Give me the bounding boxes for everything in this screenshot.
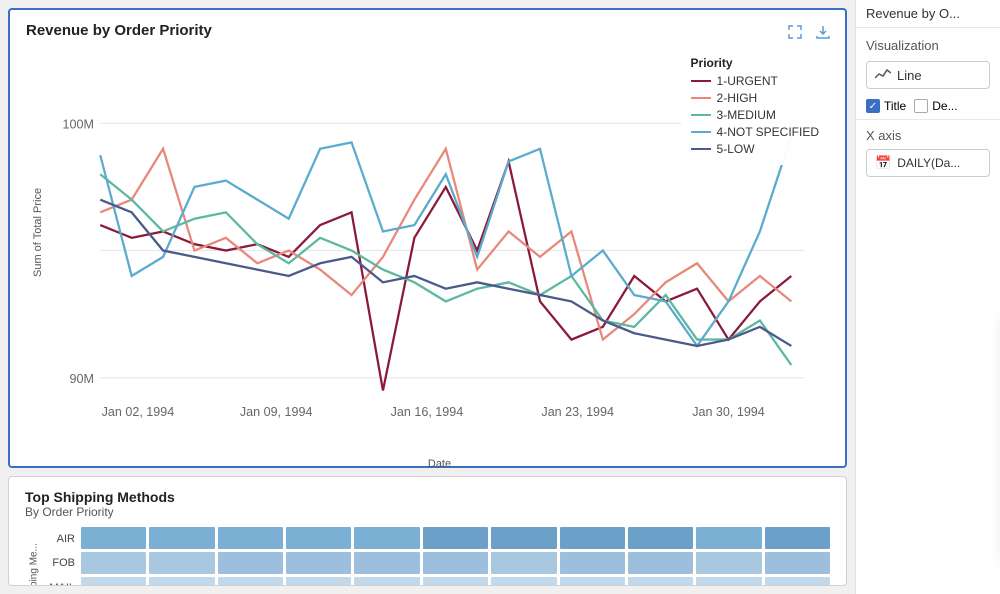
heatmap-cell [81,552,146,574]
legend-item-1: 1-URGENT [691,74,819,88]
heatmap-cell [286,577,351,586]
legend-title: Priority [691,56,819,70]
legend-item-4: 4-NOT SPECIFIED [691,125,819,139]
xaxis-value: DAILY(Da... [897,156,960,170]
heatmap-cell [560,552,625,574]
heatmap-cell [423,577,488,586]
bottom-chart-container: Top Shipping Methods By Order Priority S… [8,476,847,586]
heatmap-y-axis: Shipping Me... [25,527,43,586]
legend-item-3: 3-MEDIUM [691,108,819,122]
right-panel-header: Revenue by O... [856,0,1000,28]
heatmap-cell [149,577,214,586]
heatmap-cell [628,577,693,586]
right-panel: Revenue by O... Visualization Line ✓ Tit… [855,0,1000,594]
heatmap-cell [81,527,146,549]
title-checkbox-item[interactable]: ✓ Title [866,99,906,113]
svg-text:Jan 23, 1994: Jan 23, 1994 [541,405,614,419]
viz-line-option[interactable]: Line [866,61,990,89]
heatmap-y-labels: AIR FOB MAIL RAIL [43,527,75,586]
heatmap-cell [765,552,830,574]
svg-text:90M: 90M [70,372,94,386]
chart-legend: Priority 1-URGENT 2-HIGH 3-MEDIUM 4-NOT … [681,50,829,165]
line-chart-icon [875,67,891,83]
heatmap-cell [354,577,419,586]
heatmap-cell [491,577,556,586]
title-checkbox[interactable]: ✓ [866,99,880,113]
heatmap-cell [696,527,761,549]
bottom-chart-title: Top Shipping Methods [25,489,830,505]
heatmap-cell [218,577,283,586]
chart-icons [785,22,833,47]
heatmap-area: Shipping Me... AIR FOB MAIL RAIL [25,527,830,586]
checkboxes-row: ✓ Title De... [866,99,990,113]
heatmap-row-mail [81,577,830,586]
visualization-label: Visualization [866,38,990,53]
heatmap-grid [81,527,830,586]
heatmap-cell [628,527,693,549]
svg-text:Jan 30, 1994: Jan 30, 1994 [692,405,765,419]
heatmap-cell [149,552,214,574]
svg-text:Jan 02, 1994: Jan 02, 1994 [102,405,175,419]
heatmap-cell [149,527,214,549]
heatmap-cell [560,527,625,549]
chart-title: Revenue by Order Priority [26,22,829,39]
heatmap-cell [560,577,625,586]
heatmap-cell [628,552,693,574]
heatmap-cell [696,552,761,574]
heatmap-cell [354,527,419,549]
heatmap-cell [81,577,146,586]
heatmap-cell [354,552,419,574]
svg-text:Jan 09, 1994: Jan 09, 1994 [240,405,313,419]
svg-text:Jan 16, 1994: Jan 16, 1994 [391,405,464,419]
heatmap-cell [491,552,556,574]
heatmap-row-air [81,527,830,549]
heatmap-cell [765,577,830,586]
x-axis-label: Date [50,458,829,470]
xaxis-label: X axis [866,128,990,143]
heatmap-cell [218,552,283,574]
viz-line-label: Line [897,68,922,83]
heatmap-cell [423,527,488,549]
expand-icon[interactable] [785,22,805,47]
heatmap-cell [218,527,283,549]
xaxis-daily-pill[interactable]: 📅 DAILY(Da... [866,149,990,177]
visualization-section: Visualization Line ✓ Title De... [856,28,1000,119]
xaxis-section: X axis 📅 DAILY(Da... [856,119,1000,185]
left-panel: Revenue by Order Priority Sum of Total P… [0,0,855,594]
svg-text:100M: 100M [63,117,94,131]
heatmap-cell [286,552,351,574]
heatmap-cell [765,527,830,549]
heatmap-row-fob [81,552,830,574]
heatmap-cell [423,552,488,574]
legend-item-5: 5-LOW [691,142,819,156]
calendar-icon: 📅 [875,155,891,171]
title-label: Title [884,99,906,113]
bottom-chart-subtitle: By Order Priority [25,505,830,519]
description-checkbox-item[interactable]: De... [914,99,957,113]
heatmap-cell [696,577,761,586]
main-chart-container: Revenue by Order Priority Sum of Total P… [8,8,847,468]
legend-item-2: 2-HIGH [691,91,819,105]
y-axis-label: Sum of Total Price [26,47,50,417]
heatmap-cell [491,527,556,549]
download-icon[interactable] [813,22,833,47]
description-label: De... [932,99,957,113]
heatmap-cell [286,527,351,549]
description-checkbox[interactable] [914,99,928,113]
